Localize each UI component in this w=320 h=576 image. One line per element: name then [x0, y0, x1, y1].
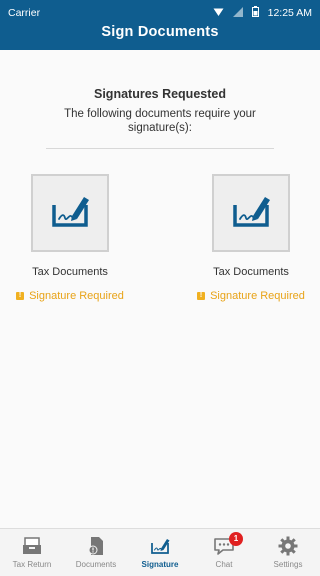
signature-status-label: Signature Required: [210, 290, 305, 302]
cell-signal-icon: [232, 6, 243, 20]
divider: [46, 148, 274, 149]
tab-chat[interactable]: 1 Chat: [192, 529, 256, 576]
tab-label: Chat: [215, 560, 233, 569]
battery-icon: [251, 6, 259, 20]
chat-icon: [192, 534, 256, 558]
document-card[interactable]: Tax Documents ! Signature Required: [181, 174, 320, 302]
warning-icon: !: [197, 292, 206, 300]
tab-label: Documents: [75, 560, 117, 569]
signature-status: ! Signature Required: [0, 290, 140, 302]
tax-return-icon: [0, 534, 64, 558]
tab-documents[interactable]: Documents: [64, 529, 128, 576]
status-time: 12:25 AM: [267, 7, 312, 19]
signature-status-label: Signature Required: [29, 290, 124, 302]
gear-icon: [256, 534, 320, 558]
app: Carrier 12:25 AM Sign Documents Signatur…: [0, 0, 320, 576]
tab-signature[interactable]: Signature: [128, 529, 192, 576]
warning-icon: !: [16, 292, 25, 300]
page-title: Sign Documents: [101, 24, 219, 40]
document-tile[interactable]: [31, 174, 109, 252]
signature-icon: [128, 534, 192, 558]
carrier-label: Carrier: [8, 7, 41, 19]
documents-icon: [64, 534, 128, 558]
app-header: Carrier 12:25 AM Sign Documents: [0, 0, 320, 50]
tab-label: Settings: [273, 560, 303, 569]
wifi-icon: [213, 7, 224, 20]
document-card[interactable]: Tax Documents ! Signature Required: [0, 174, 140, 302]
tab-label: Signature: [141, 560, 179, 569]
sign-document-icon: [48, 191, 92, 236]
document-tile[interactable]: [212, 174, 290, 252]
tab-label: Tax Return: [12, 560, 52, 569]
status-bar: Carrier 12:25 AM: [0, 0, 320, 24]
document-name: Tax Documents: [213, 266, 289, 278]
status-icons: 12:25 AM: [213, 6, 312, 20]
document-name: Tax Documents: [32, 266, 108, 278]
chat-unread-badge: 1: [229, 532, 243, 546]
signatures-panel: Signatures Requested The following docum…: [0, 50, 320, 528]
signature-status: ! Signature Required: [181, 290, 320, 302]
sign-document-icon: [229, 191, 273, 236]
bottom-tab-bar: Tax Return Documents Signature 1 Chat Se…: [0, 528, 320, 576]
signatures-subtext: The following documents require your sig…: [64, 108, 256, 134]
tab-tax-return[interactable]: Tax Return: [0, 529, 64, 576]
signatures-heading: Signatures Requested: [94, 87, 226, 101]
tab-settings[interactable]: Settings: [256, 529, 320, 576]
